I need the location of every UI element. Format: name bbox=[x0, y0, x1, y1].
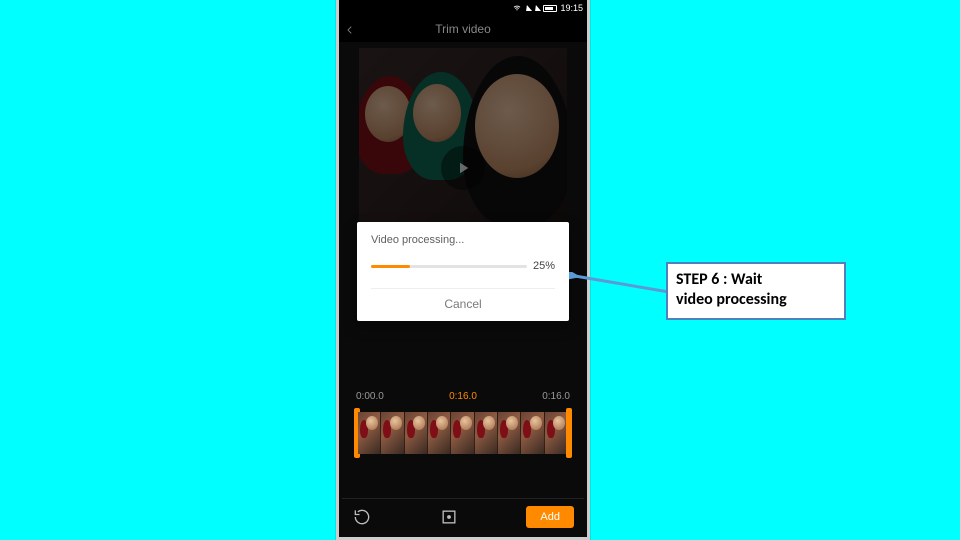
progress-bar bbox=[371, 265, 527, 268]
signal-icon-1 bbox=[524, 5, 532, 11]
thumbnail bbox=[381, 412, 404, 454]
timeline: 0:00.0 0:16.0 0:16.0 bbox=[342, 371, 584, 491]
timeline-labels: 0:00.0 0:16.0 0:16.0 bbox=[342, 391, 584, 402]
dialog-title: Video processing... bbox=[371, 234, 555, 246]
thumbnail bbox=[475, 412, 498, 454]
progress-row: 25% bbox=[371, 260, 555, 272]
thumbnail bbox=[451, 412, 474, 454]
crop-icon bbox=[439, 507, 459, 527]
processing-dialog: Video processing... 25% Cancel bbox=[357, 222, 569, 321]
wifi-icon bbox=[512, 2, 522, 14]
thumbnail bbox=[545, 412, 568, 454]
timeline-end: 0:16.0 bbox=[542, 391, 570, 402]
crop-button[interactable] bbox=[439, 507, 459, 527]
callout-arrow bbox=[569, 272, 673, 298]
thumbnail bbox=[405, 412, 428, 454]
status-bar: 19:15 bbox=[339, 0, 587, 16]
signal-icon-2 bbox=[533, 5, 541, 11]
progress-fill bbox=[371, 265, 410, 268]
phone-frame: 19:15 Trim video Video processing... bbox=[336, 0, 590, 540]
cancel-button[interactable]: Cancel bbox=[371, 288, 555, 311]
bottom-toolbar: Add bbox=[342, 498, 584, 534]
phone-screen: 19:15 Trim video Video processing... bbox=[339, 0, 587, 537]
callout-line1: STEP 6 : Wait bbox=[676, 270, 762, 289]
thumbnail bbox=[358, 412, 381, 454]
progress-percent-label: 25% bbox=[533, 260, 555, 272]
thumbnail-strip[interactable] bbox=[356, 412, 570, 454]
status-right: 19:15 bbox=[509, 2, 583, 14]
trim-handle-right[interactable] bbox=[566, 408, 572, 458]
thumbnail bbox=[498, 412, 521, 454]
app-title: Trim video bbox=[435, 22, 491, 36]
back-icon[interactable] bbox=[345, 24, 355, 34]
rotate-button[interactable] bbox=[352, 507, 372, 527]
timeline-start: 0:00.0 bbox=[356, 391, 384, 402]
instruction-callout: STEP 6 : Wait video processing bbox=[666, 262, 846, 320]
app-title-bar: Trim video bbox=[339, 16, 587, 42]
thumbnail bbox=[521, 412, 544, 454]
battery-icon bbox=[543, 5, 557, 12]
rotate-icon bbox=[352, 507, 372, 527]
timeline-mid: 0:16.0 bbox=[449, 391, 477, 402]
status-time: 19:15 bbox=[560, 3, 583, 13]
add-button[interactable]: Add bbox=[526, 506, 574, 528]
thumbnail bbox=[428, 412, 451, 454]
callout-line2: video processing bbox=[676, 290, 787, 309]
